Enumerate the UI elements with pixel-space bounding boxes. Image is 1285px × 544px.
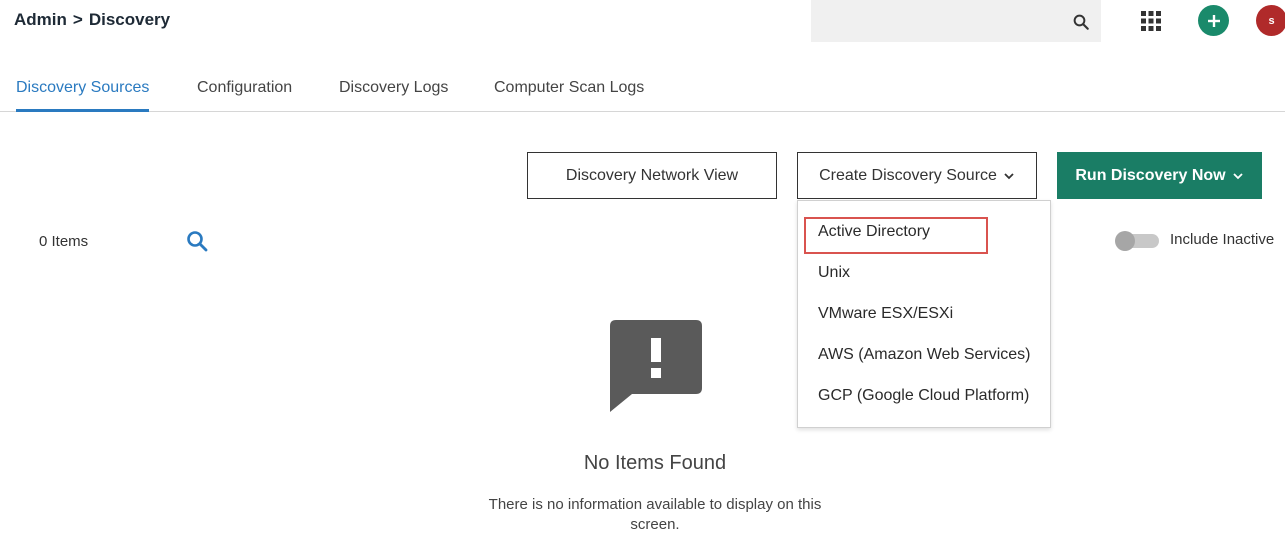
discovery-network-view-button[interactable]: Discovery Network View — [527, 152, 777, 199]
tab-configuration[interactable]: Configuration — [197, 68, 292, 112]
empty-state-message: There is no information available to dis… — [455, 495, 855, 535]
add-button[interactable] — [1198, 5, 1229, 36]
menu-item-active-directory[interactable]: Active Directory — [818, 223, 930, 241]
plus-icon — [1207, 14, 1220, 27]
empty-state-message-line2: screen. — [630, 516, 680, 533]
items-count: 0 Items — [39, 233, 89, 250]
menu-item-unix[interactable]: Unix — [818, 264, 850, 282]
run-discovery-now-label: Run Discovery Now — [1075, 166, 1226, 184]
chevron-down-icon — [1004, 172, 1014, 179]
create-discovery-source-button[interactable]: Create Discovery Source — [797, 152, 1037, 199]
user-avatar[interactable]: s — [1256, 5, 1285, 36]
alert-message-icon — [610, 320, 702, 412]
run-discovery-now-button[interactable]: Run Discovery Now — [1057, 152, 1262, 199]
empty-state-title: No Items Found — [583, 452, 727, 474]
global-search-input[interactable] — [811, 0, 1061, 42]
tab-discovery-logs[interactable]: Discovery Logs — [339, 68, 448, 112]
discovery-network-view-label: Discovery Network View — [565, 166, 739, 184]
menu-item-gcp[interactable]: GCP (Google Cloud Platform) — [818, 387, 1029, 405]
menu-item-vmware[interactable]: VMware ESX/ESXi — [818, 305, 953, 323]
include-inactive-label: Include Inactive — [1170, 231, 1275, 248]
include-inactive-toggle[interactable] — [1115, 231, 1159, 251]
menu-item-aws[interactable]: AWS (Amazon Web Services) — [818, 346, 1031, 364]
search-icon[interactable] — [185, 229, 209, 253]
tab-discovery-sources[interactable]: Discovery Sources — [16, 68, 150, 112]
breadcrumb-admin[interactable]: Admin — [14, 10, 67, 30]
breadcrumb-discovery: Discovery — [88, 10, 171, 29]
apps-grid-icon[interactable] — [1140, 10, 1162, 32]
create-discovery-source-menu: Active Directory Unix VMware ESX/ESXi AW… — [797, 200, 1051, 428]
breadcrumb: Admin > Discovery — [14, 10, 170, 30]
tab-computer-scan-logs[interactable]: Computer Scan Logs — [494, 68, 644, 112]
create-discovery-source-label: Create Discovery Source — [819, 166, 997, 184]
toggle-knob — [1115, 231, 1135, 251]
tab-bar: Discovery Sources Configuration Discover… — [0, 68, 1285, 112]
breadcrumb-separator: > — [72, 10, 83, 29]
empty-state-message-line1: There is no information available to dis… — [488, 496, 822, 513]
chevron-down-icon — [1232, 172, 1243, 179]
global-search — [811, 0, 1101, 42]
search-icon[interactable] — [1069, 10, 1093, 34]
